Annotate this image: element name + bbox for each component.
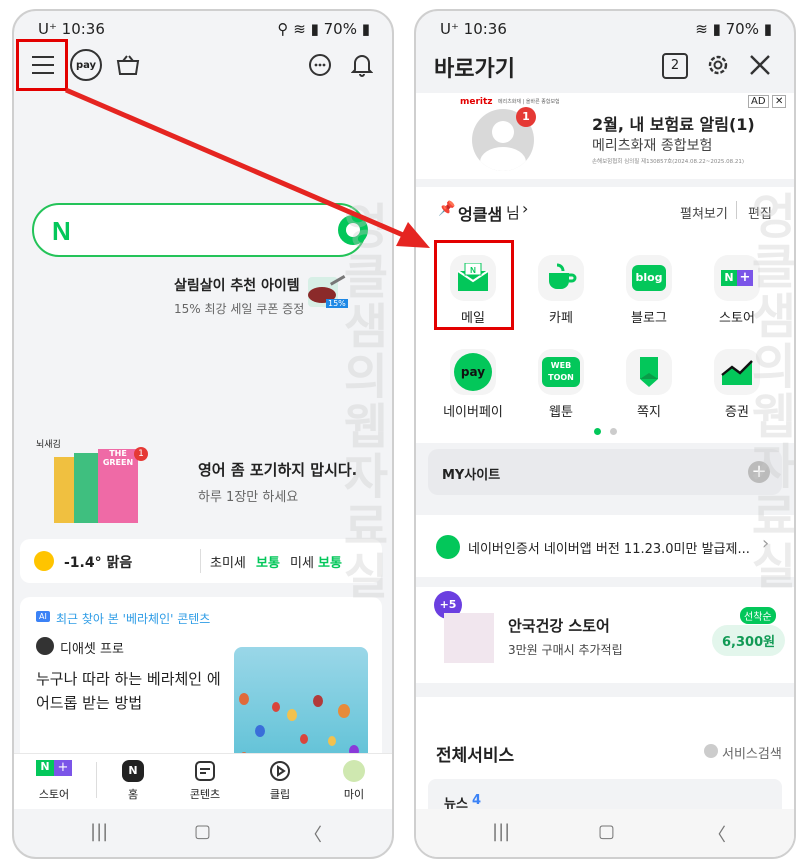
arrow-line <box>65 87 411 241</box>
red-arrow <box>65 87 430 248</box>
